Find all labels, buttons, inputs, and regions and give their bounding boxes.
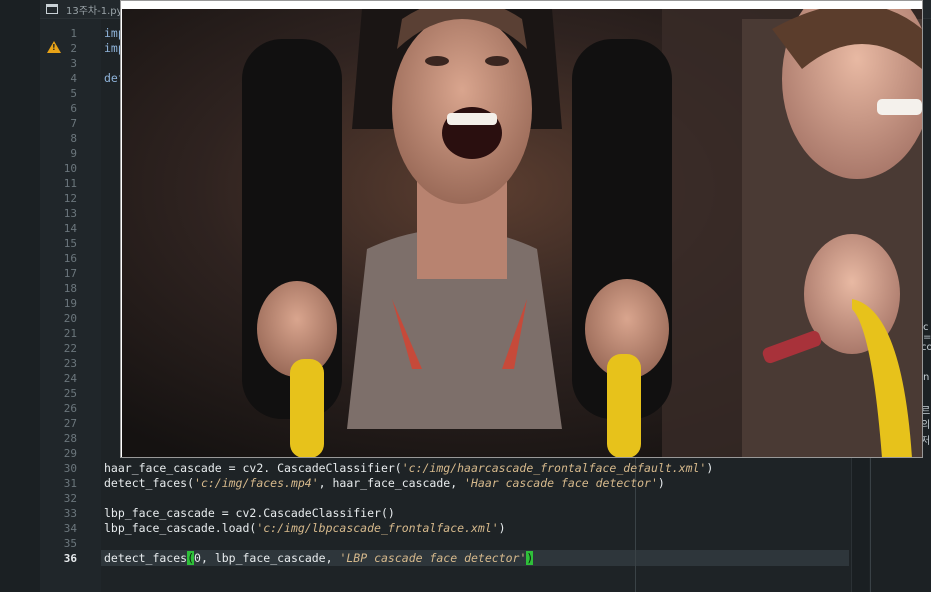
code-line-33: lbp_face_cascade = cv2.CascadeClassifier… — [104, 506, 395, 520]
code-line-34: lbp_face_cascade.load('c:/img/lbpcascade… — [104, 521, 506, 535]
line-number: 26 — [63, 402, 77, 415]
line-number: 30 — [63, 462, 77, 475]
line-number: 7 — [70, 117, 77, 130]
line-number: 25 — [63, 387, 77, 400]
line-number: 5 — [70, 87, 77, 100]
line-number: 20 — [63, 312, 77, 325]
line-number: 35 — [63, 537, 77, 550]
line-number: 11 — [63, 177, 77, 190]
line-number: 4 — [70, 72, 77, 85]
line-number: 1 — [70, 27, 77, 40]
line-number: 19 — [63, 297, 77, 310]
tab-file-label: 13주차-1.py — [66, 5, 123, 17]
line-number: 27 — [63, 417, 77, 430]
line-number: 17 — [63, 267, 77, 280]
line-number: 33 — [63, 507, 77, 520]
line-number: 14 — [63, 222, 77, 235]
video-window[interactable] — [120, 0, 923, 458]
window-icon — [46, 4, 58, 14]
right-panel-item: n — [923, 372, 930, 383]
line-number: 9 — [70, 147, 77, 160]
line-number: 31 — [63, 477, 77, 490]
line-number: 34 — [63, 522, 77, 535]
code-line-31: detect_faces('c:/img/faces.mp4', haar_fa… — [104, 476, 665, 490]
line-number: 22 — [63, 342, 77, 355]
line-number: 13 — [63, 207, 77, 220]
line-number: 8 — [70, 132, 77, 145]
code-line-36: detect_faces(0, lbp_face_cascade, 'LBP c… — [104, 551, 534, 565]
line-number: 15 — [63, 237, 77, 250]
line-number: 2 — [70, 42, 77, 55]
line-number: 29 — [63, 447, 77, 460]
code-line-30: haar_face_cascade = cv2. CascadeClassifi… — [104, 461, 714, 475]
line-number: 24 — [63, 372, 77, 385]
line-number: 36 — [63, 552, 77, 565]
line-number: 23 — [63, 357, 77, 370]
line-number: 12 — [63, 192, 77, 205]
line-number: 3 — [70, 57, 77, 70]
line-number: 28 — [63, 432, 77, 445]
video-frame-image — [122, 9, 922, 457]
line-number: 6 — [70, 102, 77, 115]
line-number: 16 — [63, 252, 77, 265]
line-number: 32 — [63, 492, 77, 505]
line-number: 10 — [63, 162, 77, 175]
line-number: 21 — [63, 327, 77, 340]
activity-bar — [0, 0, 41, 592]
line-number: 18 — [63, 282, 77, 295]
